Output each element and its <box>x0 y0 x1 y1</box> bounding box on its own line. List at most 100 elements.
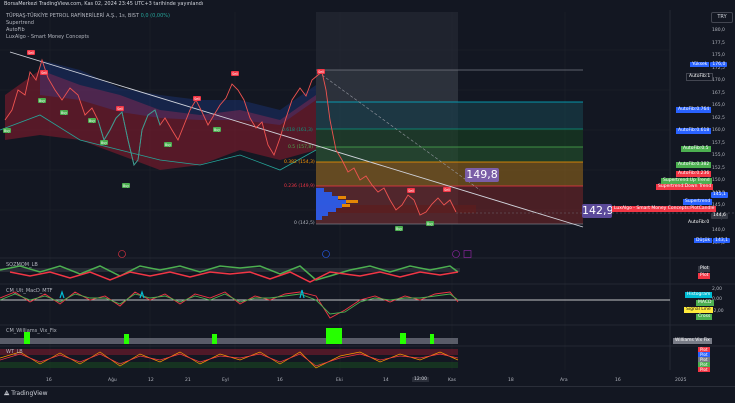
macd-tag-cross: Cross <box>696 314 713 320</box>
tag-autofib-764: AutoFib:0.764 <box>676 107 712 113</box>
price-tick: 180,0 <box>712 28 725 33</box>
macd-tick: 0,00 <box>712 297 723 302</box>
time-tick: 12 <box>148 378 154 383</box>
price-tick: 167,5 <box>712 90 725 96</box>
price-tick: 155,0 <box>712 153 725 158</box>
currency-button[interactable]: TRY <box>711 12 733 23</box>
buy-marker-label: Buy <box>4 129 10 133</box>
sell-marker-label: Sell <box>318 70 324 74</box>
price-tick: 170,0 <box>712 78 725 83</box>
pane-title-wt[interactable]: WT_LB <box>6 349 23 355</box>
price-tick: 160,0 <box>712 128 725 133</box>
macd-tag-signal: Signal Line <box>684 307 713 313</box>
buy-marker-label: Buy <box>214 128 220 132</box>
macd-tick: 2,00 <box>712 287 723 292</box>
time-tick: 21 <box>185 378 191 383</box>
buy-marker-label: Buy <box>427 222 433 226</box>
tag-label: Yüksek <box>690 62 710 67</box>
indicator-supertrend[interactable]: Supertrend <box>6 20 170 27</box>
tradingview-label: TradingView <box>11 390 48 397</box>
buy-marker-label: Buy <box>101 141 107 145</box>
publish-info: BorsaMerkezi TradingView.com, Kas 02, 20… <box>4 1 204 7</box>
tag-price-1451: 145,1 <box>711 192 728 198</box>
squeeze-tag-1: Plot <box>698 266 711 272</box>
tag-autofib-618: AutoFib:0.618 <box>676 128 712 134</box>
sell-marker-label: Sell <box>408 189 414 193</box>
buy-marker-label: Buy <box>61 111 67 115</box>
price-tick: 152,5 <box>712 165 725 171</box>
sell-marker-label: Sell <box>41 71 47 75</box>
time-tick: 16 <box>277 378 283 383</box>
time-tick: Eki <box>336 378 343 383</box>
buy-marker-label: Buy <box>89 119 95 123</box>
price-tick: 157,5 <box>712 140 725 146</box>
footer-bar <box>0 386 735 403</box>
tag-supertrend-down: Supertrend:Down Trend <box>656 184 714 190</box>
buy-marker-label: Buy <box>39 99 45 103</box>
price-tick: 162,5 <box>712 115 725 121</box>
time-tick: Kas <box>448 378 456 383</box>
tag-high: Yüksek 176,0 <box>690 50 728 69</box>
wt-tag-5: Plot <box>698 367 710 372</box>
sell-marker-label: Sell <box>117 107 123 111</box>
tag-label: Düşük <box>694 238 713 243</box>
buy-marker-label: Buy <box>123 184 129 188</box>
buy-marker-label: Buy <box>396 227 402 231</box>
tag-value: 176,0 <box>710 62 728 67</box>
event-marker-d[interactable] <box>322 250 330 258</box>
time-tick: 16 <box>615 378 621 383</box>
price-callout-lower[interactable]: 142,9 <box>582 204 614 218</box>
macd-tag-macd: MACD <box>696 300 714 306</box>
williams-vix-bars <box>0 328 458 344</box>
macd-tag-histogram: Histogram <box>685 292 713 298</box>
williams-tag: Williams Vix Fix <box>673 338 712 344</box>
fib-label-382: 0.382 (154,3) <box>284 160 315 165</box>
buy-marker-label: Buy <box>165 143 171 147</box>
pane-title-macd[interactable]: CM_Ult_MacD_MTF <box>6 288 53 294</box>
wt-lines <box>0 349 459 369</box>
price-tick: 150,0 <box>712 178 725 183</box>
event-marker-e2[interactable] <box>463 250 472 258</box>
tag-supertrend: Supertrend <box>683 199 713 205</box>
time-tick: 18 <box>508 378 514 383</box>
fib-label-5: 0.5 (157,8) <box>288 145 313 150</box>
indicator-legend: TÜPRAŞ-TÜRKİYE PETROL RAFİNERİLERİ A.Ş.,… <box>6 13 170 41</box>
time-tick: 2025 <box>675 378 687 383</box>
tag-value: 143,1 <box>713 238 731 243</box>
price-callout-upper[interactable]: 149,8 <box>465 168 499 182</box>
indicator-luxalgo[interactable]: LuxAlgo - Smart Money Concepts <box>6 34 170 41</box>
tag-luxalgo-plotcandle: LuxAlgo - Smart Money Concepts:PlotCandl… <box>612 206 717 212</box>
symbol-change: 0,0 (0,00%) <box>140 13 170 19</box>
tag-autofib-5: AutoFib:0.5 <box>681 146 711 152</box>
tag-autofib-1: AutoFib:1 <box>686 73 714 81</box>
pane-title-williams[interactable]: CM_Williams_Vix_Fix <box>6 328 57 334</box>
squeeze-histogram <box>0 265 460 283</box>
chart-canvas[interactable]: Sell Sell Sell Sell Sell Sell Sell Sell Buy Buy B… <box>0 10 735 386</box>
price-tick: 165,0 <box>712 103 725 108</box>
event-marker-f[interactable] <box>452 250 460 258</box>
pane-title-squeeze[interactable]: SQZMOM_LB <box>6 262 38 268</box>
macd-lines <box>0 289 670 319</box>
macd-tick: -2,00 <box>712 309 724 314</box>
fib-label-618: 0.618 (161,3) <box>282 128 313 133</box>
tag-price-1446: 144,6 <box>711 213 728 219</box>
tradingview-icon: ⟁ <box>4 390 10 397</box>
event-marker-e[interactable] <box>118 250 126 258</box>
time-tick: Ara <box>560 378 568 383</box>
tag-autofib-236: AutoFib:0.236 <box>676 171 712 177</box>
time-tick: 16 <box>46 378 52 383</box>
sell-marker-label: Sell <box>28 51 34 55</box>
time-tick: 14 <box>383 378 389 383</box>
time-tick: Ağu <box>108 378 117 383</box>
squeeze-tag-2: Plot <box>698 273 711 279</box>
symbol-title[interactable]: TÜPRAŞ-TÜRKİYE PETROL RAFİNERİLERİ A.Ş.,… <box>6 13 170 20</box>
sell-marker-label: Sell <box>232 72 238 76</box>
sell-marker-label: Sell <box>194 97 200 101</box>
fib-label-236: 0.236 (149,9) <box>284 184 315 189</box>
time-tick: Eyl <box>222 378 229 383</box>
indicator-autofib[interactable]: AutoFib <box>6 27 170 34</box>
time-axis[interactable]: 16 Ağu 12 21 Eyl 16 Eki 14 12:00 Kas 18 … <box>0 376 686 386</box>
tradingview-logo[interactable]: ⟁ TradingView <box>4 390 48 398</box>
publish-header: BorsaMerkezi TradingView.com, Kas 02, 20… <box>0 0 735 10</box>
tag-autofib-382: AutoFib:0.382 <box>676 162 712 168</box>
